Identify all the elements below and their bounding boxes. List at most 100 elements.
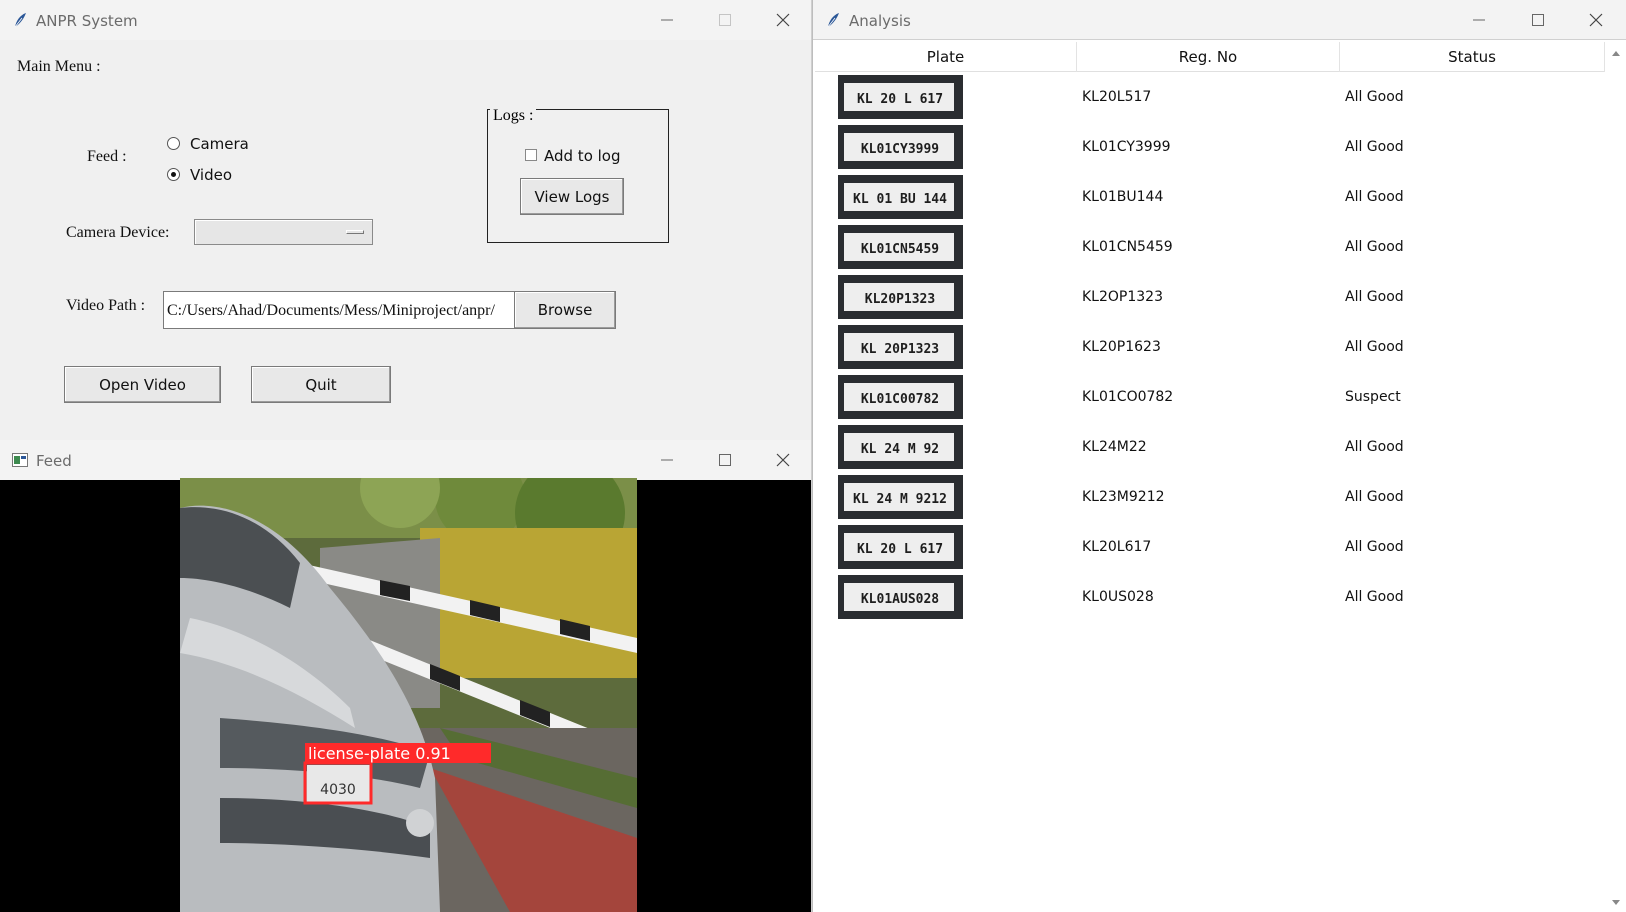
browse-button[interactable]: Browse — [514, 291, 616, 329]
minimize-icon[interactable] — [655, 8, 679, 32]
close-icon[interactable] — [771, 8, 795, 32]
feed-window: Feed 4030 license-plate 0.91 — [0, 440, 812, 912]
feed-titlebar[interactable]: Feed — [0, 440, 811, 480]
reg-no-cell: KL2OP1323 — [1082, 289, 1163, 305]
maximize-icon[interactable] — [713, 448, 737, 472]
plate-thumbnail-text: KL 24 M 9212 — [853, 492, 947, 507]
table-row[interactable]: KL01CN5459 KL01CN5459 All Good — [813, 223, 1603, 273]
plate-thumbnail-image: KL01C00782 — [838, 375, 963, 419]
plate-thumbnail-image: KL 24 M 92 — [838, 425, 963, 469]
anpr-titlebar[interactable]: ANPR System — [0, 0, 811, 40]
plate-thumbnail-text: KL01C00782 — [861, 392, 939, 407]
table-row[interactable]: KL01C00782 KL01CO0782 Suspect — [813, 373, 1603, 423]
minimize-icon[interactable] — [655, 448, 679, 472]
column-header-plate[interactable]: Plate — [815, 42, 1077, 72]
plate-thumbnail-text: KL 24 M 92 — [861, 442, 939, 457]
table-row[interactable]: KL01CY3999 KL01CY3999 All Good — [813, 123, 1603, 173]
status-cell: All Good — [1345, 539, 1404, 555]
table-row[interactable]: KL 24 M 92 KL24M22 All Good — [813, 423, 1603, 473]
camera-radio[interactable] — [167, 137, 180, 150]
plate-thumbnail-image: KL 01 BU 144 — [838, 175, 963, 219]
status-cell: All Good — [1345, 189, 1404, 205]
status-cell: All Good — [1345, 589, 1404, 605]
plate-thumbnail-image: KL 20P1323 — [838, 325, 963, 369]
reg-no-cell: KL0US028 — [1082, 589, 1154, 605]
minimize-icon[interactable] — [1467, 8, 1491, 32]
camera-radio-label[interactable]: Camera — [190, 135, 249, 153]
maximize-icon[interactable] — [1526, 8, 1550, 32]
plate-thumbnail-text: KL 20 L 617 — [857, 92, 943, 107]
status-cell: All Good — [1345, 439, 1404, 455]
close-icon[interactable] — [1584, 8, 1608, 32]
feather-icon — [14, 13, 26, 28]
plate-thumbnail-text: KL01CY3999 — [861, 142, 939, 157]
table-row[interactable]: KL20P1323 KL2OP1323 All Good — [813, 273, 1603, 323]
maximize-icon[interactable] — [713, 8, 737, 32]
reg-no-cell: KL20L517 — [1082, 89, 1152, 105]
analysis-window: Analysis Plate Reg. No Status KL 20 L 61… — [812, 0, 1626, 912]
main-menu-label: Main Menu : — [17, 58, 101, 75]
reg-no-cell: KL01CO0782 — [1082, 389, 1174, 405]
plate-thumbnail-text: KL01CN5459 — [861, 242, 939, 257]
table-row[interactable]: KL 20P1323 KL20P1623 All Good — [813, 323, 1603, 373]
anpr-window: ANPR System Main Menu : Feed : Camera Vi… — [0, 0, 812, 440]
quit-button[interactable]: Quit — [251, 366, 391, 403]
table-row[interactable]: KL 20 L 617 KL20L517 All Good — [813, 73, 1603, 123]
table-header: Plate Reg. No Status — [815, 42, 1605, 72]
table-row[interactable]: KL01AUS028 KL0US028 All Good — [813, 573, 1603, 623]
camera-device-label: Camera Device: — [66, 224, 170, 241]
video-path-label: Video Path : — [66, 297, 146, 314]
logs-label: Logs : — [490, 107, 537, 125]
video-radio-label[interactable]: Video — [190, 166, 232, 184]
plate-thumbnail-image: KL 20 L 617 — [838, 525, 963, 569]
status-cell: All Good — [1345, 339, 1404, 355]
reg-no-cell: KL01CN5459 — [1082, 239, 1173, 255]
reg-no-cell: KL24M22 — [1082, 439, 1147, 455]
column-header-reg-no[interactable]: Reg. No — [1077, 42, 1340, 72]
video-path-input[interactable]: C:/Users/Ahad/Documents/Mess/Miniproject… — [163, 291, 515, 329]
plate-thumbnail-image: KL01CY3999 — [838, 125, 963, 169]
table-row[interactable]: KL 24 M 9212 KL23M9212 All Good — [813, 473, 1603, 523]
feed-label: Feed : — [87, 148, 127, 165]
analysis-titlebar[interactable]: Analysis — [813, 0, 1626, 40]
detection-label: license-plate 0.91 — [308, 744, 451, 763]
window-title: Feed — [36, 452, 72, 470]
add-to-log-checkbox[interactable] — [525, 149, 537, 161]
reg-no-cell: KL20L617 — [1082, 539, 1152, 555]
add-to-log-label[interactable]: Add to log — [544, 147, 621, 165]
car-scene-image: 4030 license-plate 0.91 — [180, 478, 637, 912]
table-row[interactable]: KL 01 BU 144 KL01BU144 All Good — [813, 173, 1603, 223]
plate-thumbnail-image: KL 20 L 617 — [838, 75, 963, 119]
window-title: ANPR System — [36, 12, 138, 30]
plate-thumbnail-text: KL 20 L 617 — [857, 542, 943, 557]
feather-icon — [827, 13, 839, 28]
plate-thumbnail-text: KL 20P1323 — [861, 342, 939, 357]
plate-text: 4030 — [320, 782, 356, 798]
dropdown-arrow-icon[interactable] — [346, 230, 364, 234]
video-frame: 4030 license-plate 0.91 — [180, 478, 637, 912]
scroll-up-icon[interactable] — [1606, 46, 1626, 60]
window-title: Analysis — [849, 12, 911, 30]
plate-thumbnail-image: KL20P1323 — [838, 275, 963, 319]
reg-no-cell: KL20P1623 — [1082, 339, 1161, 355]
reg-no-cell: KL01BU144 — [1082, 189, 1164, 205]
plate-thumbnail-image: KL01AUS028 — [838, 575, 963, 619]
scroll-down-icon[interactable] — [1606, 896, 1626, 910]
logs-group — [487, 109, 669, 243]
status-cell: Suspect — [1345, 389, 1401, 405]
view-logs-button[interactable]: View Logs — [520, 178, 624, 215]
plate-thumbnail-image: KL 24 M 9212 — [838, 475, 963, 519]
plate-thumbnail-text: KL20P1323 — [865, 292, 935, 307]
vertical-scrollbar[interactable] — [1606, 42, 1626, 912]
status-cell: All Good — [1345, 289, 1404, 305]
table-row[interactable]: KL 20 L 617 KL20L617 All Good — [813, 523, 1603, 573]
video-window-icon — [12, 453, 28, 467]
plate-thumbnail-image: KL01CN5459 — [838, 225, 963, 269]
column-header-status[interactable]: Status — [1340, 42, 1605, 72]
close-icon[interactable] — [771, 448, 795, 472]
video-radio[interactable] — [167, 168, 180, 181]
camera-device-combobox[interactable] — [194, 219, 373, 245]
status-cell: All Good — [1345, 489, 1404, 505]
open-video-button[interactable]: Open Video — [64, 366, 221, 403]
plate-thumbnail-text: KL01AUS028 — [861, 592, 939, 607]
